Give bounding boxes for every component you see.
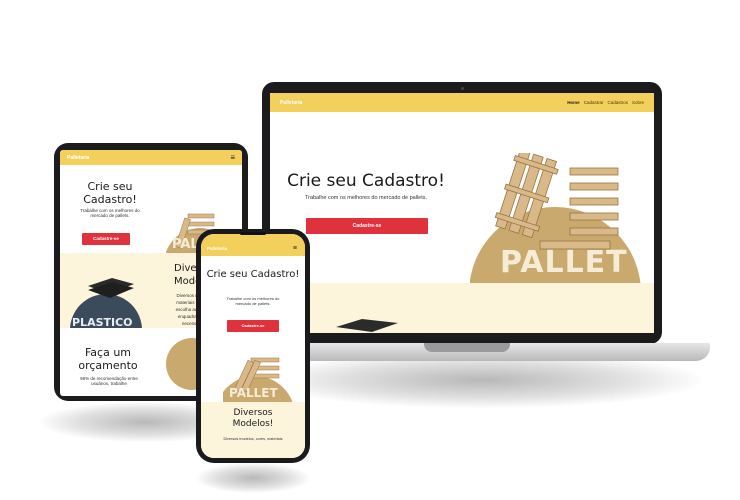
phone-speaker xyxy=(240,232,266,235)
brand-logo[interactable]: Palletaria xyxy=(207,246,227,251)
nav-links: Home Cadastrar Cadastros Sobre xyxy=(567,100,644,105)
nav-cadastros[interactable]: Cadastros xyxy=(607,100,628,105)
tablet-navbar: Palletaria ≡ xyxy=(60,150,242,165)
hero-subtitle: Trabalhe com os melhores do mercado de p… xyxy=(226,296,280,306)
models-title: Diversos Modelos! xyxy=(232,408,274,429)
brand-logo[interactable]: Palletaria xyxy=(67,155,89,161)
signup-button[interactable]: Cadastre-se xyxy=(82,233,130,245)
plastic-pallet-icon xyxy=(336,319,398,332)
laptop-screen: Palletaria Home Cadastrar Cadastros Sobr… xyxy=(270,93,654,333)
nav-cadastrar[interactable]: Cadastrar xyxy=(584,100,604,105)
laptop-navbar: Palletaria Home Cadastrar Cadastros Sobr… xyxy=(270,93,654,112)
menu-icon[interactable]: ≡ xyxy=(293,245,297,252)
hero-title: Crie seu Cadastro! xyxy=(206,269,300,280)
models-text: Diversos modelos, cores, materiais xyxy=(223,437,283,441)
hero-subtitle: Trabalhe com os melhores do mercado de p… xyxy=(80,208,140,218)
brand-logo[interactable]: Palletaria xyxy=(280,100,302,106)
laptop-camera xyxy=(461,87,464,90)
nav-sobre[interactable]: Sobre xyxy=(632,100,644,105)
menu-icon[interactable]: ≡ xyxy=(230,153,235,162)
quote-text: 98% de recomendação entre usuários, trab… xyxy=(80,376,138,386)
pallet-badge: PALLET xyxy=(500,245,628,280)
hero-subtitle: Trabalhe com os melhores do mercado de p… xyxy=(304,195,428,201)
hero-title: Crie seu Cadastro! xyxy=(287,171,445,191)
nav-home[interactable]: Home xyxy=(567,100,580,105)
pallet-badge: PAL xyxy=(172,237,199,252)
hero-title: Crie seu Cadastro! xyxy=(83,180,137,206)
signup-button[interactable]: Cadastre-se xyxy=(227,320,279,332)
features-section xyxy=(270,283,654,333)
phone-shadow xyxy=(196,463,310,493)
phone-screen: Palletaria ≡ Crie seu Cadastro! Trabalhe… xyxy=(201,234,305,458)
laptop-trackpad-notch xyxy=(424,343,510,352)
pallet-badge: PALLET xyxy=(229,386,278,400)
quote-title: Faça um orçamento xyxy=(78,346,138,372)
phone-navbar: Palletaria ≡ xyxy=(201,234,305,256)
plastic-badge: PLASTICO xyxy=(72,316,133,329)
signup-button[interactable]: Cadastre-se xyxy=(306,218,428,234)
